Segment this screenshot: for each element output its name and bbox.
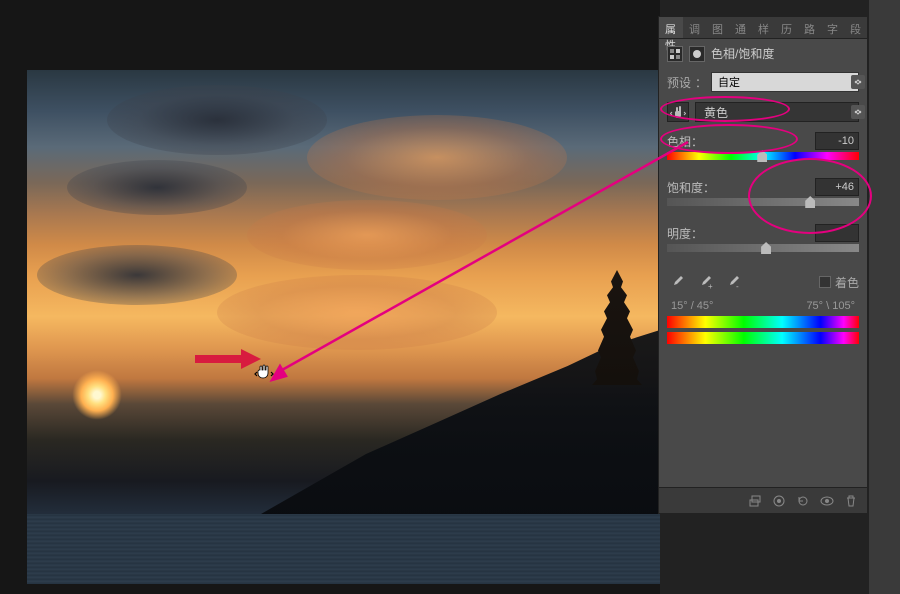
eyedropper-subtract-icon[interactable]: - bbox=[723, 272, 743, 292]
preset-label: 预设 bbox=[667, 74, 691, 91]
range-readout: 15° / 45° 75° \ 105° bbox=[659, 298, 867, 314]
eyedropper-add-icon[interactable]: + bbox=[695, 272, 715, 292]
tab-properties[interactable]: 属性 bbox=[659, 17, 683, 38]
sun bbox=[72, 370, 122, 420]
saturation-label: 饱和度： bbox=[667, 179, 715, 196]
checkbox-icon[interactable] bbox=[819, 276, 831, 288]
range-bar-bottom[interactable] bbox=[667, 332, 859, 344]
channel-value: 黄色 bbox=[704, 104, 728, 121]
tab-char[interactable]: 字 bbox=[821, 17, 844, 38]
range-bars[interactable] bbox=[659, 314, 867, 356]
canvas-area[interactable] bbox=[0, 0, 660, 594]
adjustment-icon bbox=[667, 46, 683, 62]
tab-para[interactable]: 段 bbox=[844, 17, 867, 38]
tab-paths[interactable]: 路 bbox=[798, 17, 821, 38]
panel-tabs: 属性 调 图 通 样 历 路 字 段 bbox=[659, 17, 867, 39]
channel-row: 黄色 bbox=[659, 96, 867, 128]
water bbox=[27, 514, 660, 584]
lightness-slider-group: 明度： bbox=[659, 220, 867, 266]
channel-select[interactable]: 黄色 bbox=[695, 102, 859, 122]
lightness-slider[interactable] bbox=[667, 244, 859, 254]
saturation-value[interactable]: +46 bbox=[815, 178, 859, 196]
colorize-label: 着色 bbox=[835, 274, 859, 291]
reset-icon[interactable] bbox=[795, 493, 811, 509]
annotation-arrow-icon bbox=[195, 346, 263, 372]
clip-to-layer-icon[interactable] bbox=[747, 493, 763, 509]
saturation-slider[interactable] bbox=[667, 198, 859, 208]
tab-channels[interactable]: 通 bbox=[729, 17, 752, 38]
view-previous-icon[interactable] bbox=[771, 493, 787, 509]
adjustment-title: 色相/饱和度 bbox=[711, 45, 774, 62]
hue-value[interactable]: -10 bbox=[815, 132, 859, 150]
chevron-down-icon[interactable] bbox=[851, 105, 865, 119]
svg-text:+: + bbox=[708, 282, 713, 290]
range-left: 15° / 45° bbox=[671, 300, 713, 312]
range-bar-top[interactable] bbox=[667, 316, 859, 328]
visibility-icon[interactable] bbox=[819, 493, 835, 509]
adjustment-header: 色相/饱和度 bbox=[659, 39, 867, 68]
tab-adjustments[interactable]: 调 bbox=[683, 17, 706, 38]
preset-select[interactable]: 自定 bbox=[711, 72, 859, 92]
preset-row: 预设： 自定 bbox=[659, 68, 867, 96]
lightness-value[interactable] bbox=[815, 224, 859, 242]
scrub-tool-icon[interactable] bbox=[667, 102, 689, 122]
panel-footer bbox=[659, 487, 867, 513]
eyedroppers: + - 着色 bbox=[659, 266, 867, 298]
hue-label: 色相： bbox=[667, 133, 703, 150]
preset-value: 自定 bbox=[718, 74, 740, 90]
hue-slider[interactable] bbox=[667, 152, 859, 162]
saturation-slider-group: 饱和度： +46 bbox=[659, 174, 867, 220]
tab-layers[interactable]: 图 bbox=[706, 17, 729, 38]
hue-slider-group: 色相： -10 bbox=[659, 128, 867, 174]
svg-text:-: - bbox=[736, 282, 739, 290]
properties-panel: 属性 调 图 通 样 历 路 字 段 色相/饱和度 预设： 自定 黄色 bbox=[658, 16, 868, 514]
range-right: 75° \ 105° bbox=[806, 300, 855, 312]
lightness-label: 明度： bbox=[667, 225, 703, 242]
sky bbox=[27, 70, 660, 378]
trash-icon[interactable] bbox=[843, 493, 859, 509]
chevron-down-icon[interactable] bbox=[851, 75, 865, 89]
panel-dock bbox=[868, 0, 900, 594]
colorize-checkbox[interactable]: 着色 bbox=[819, 274, 859, 291]
eyedropper-icon[interactable] bbox=[667, 272, 687, 292]
mask-icon[interactable] bbox=[689, 46, 705, 62]
tab-styles[interactable]: 样 bbox=[752, 17, 775, 38]
tab-history[interactable]: 历 bbox=[775, 17, 798, 38]
photo bbox=[27, 70, 660, 584]
